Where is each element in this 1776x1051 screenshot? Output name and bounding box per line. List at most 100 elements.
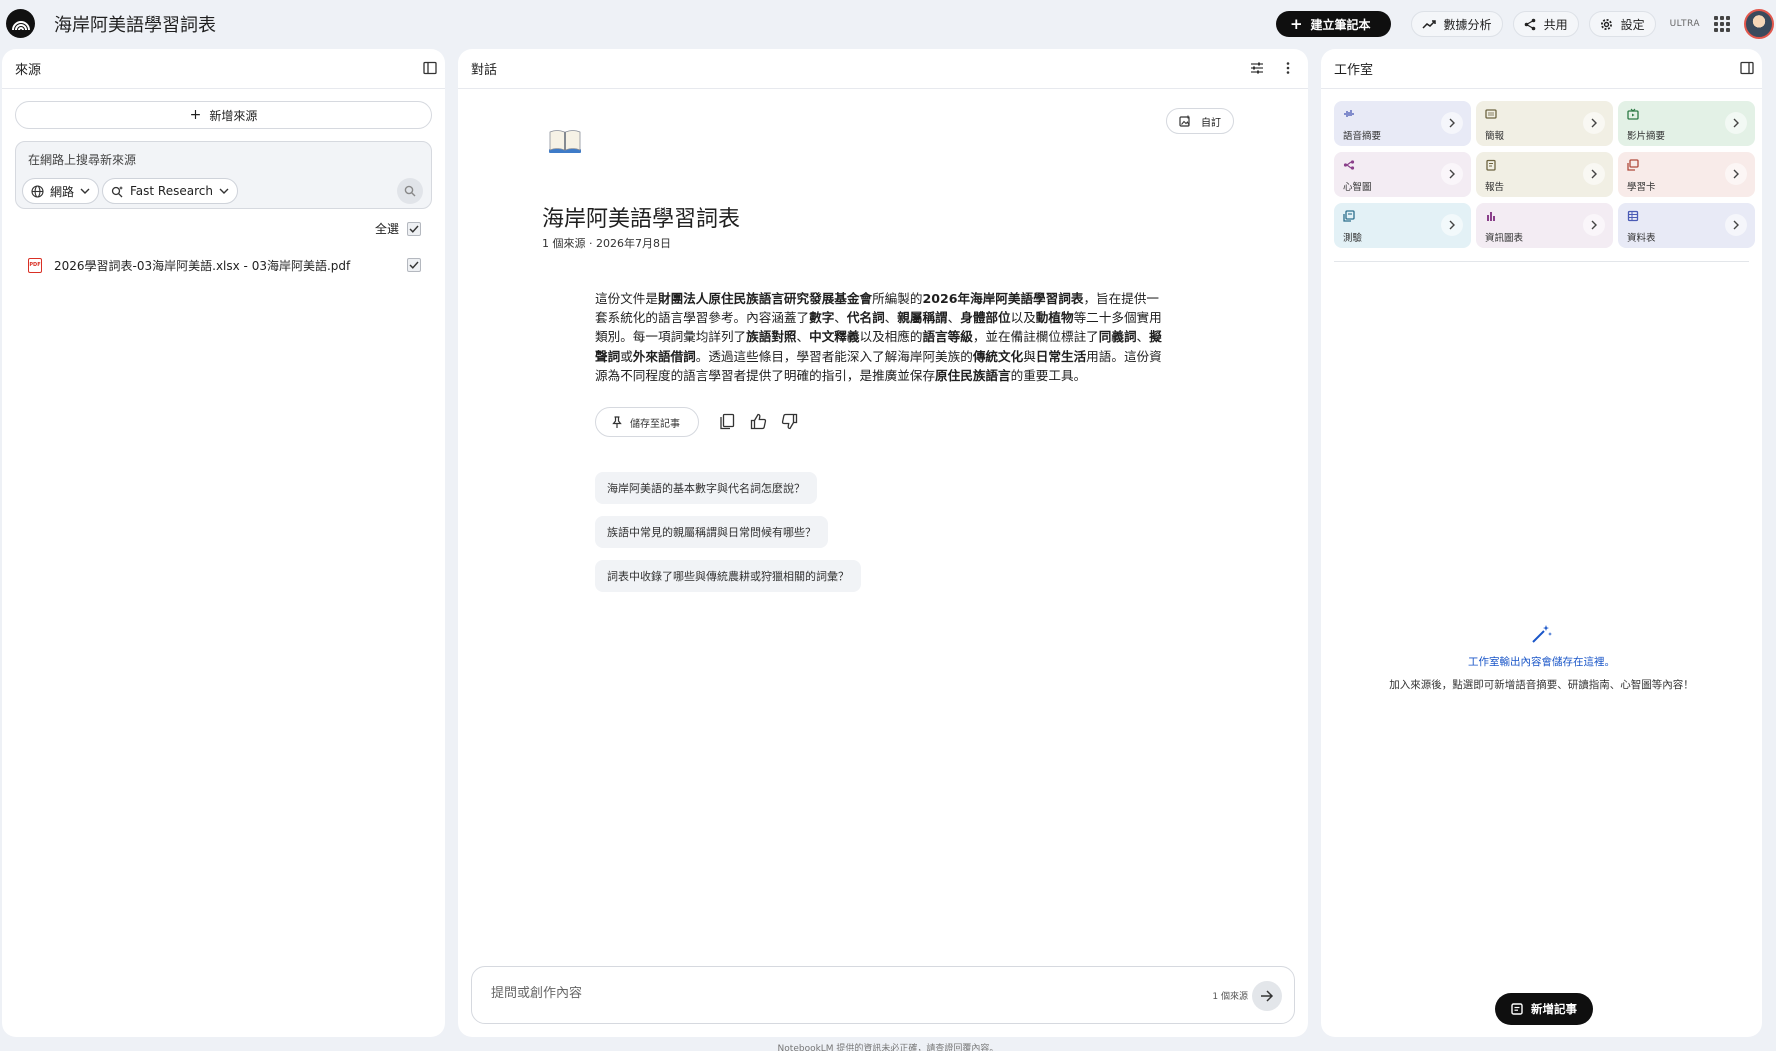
studio-tile[interactable]: 簡報 [1476,101,1613,146]
studio-tile-label: 影片摘要 [1627,131,1666,142]
pdf-file-icon: PDF [28,257,42,273]
create-notebook-button[interactable]: + 建立筆記本 [1275,11,1391,37]
summary-keyword: 語言等級 [922,329,973,345]
studio-tile[interactable]: 學習卡 [1618,152,1755,197]
notebooklm-logo-icon[interactable] [6,9,35,38]
summary-keyword: 親屬稱謂 [897,310,948,326]
avatar[interactable] [1744,9,1774,39]
notebook-meta: 1 個來源 · 2026年7月8日 [542,237,671,250]
plus-icon: + [189,107,202,123]
thumbs-up-icon[interactable] [750,413,767,430]
collapse-panel-icon[interactable] [1740,61,1754,75]
summary-keyword: 代名詞 [846,310,885,326]
studio-tile[interactable]: 資料表 [1618,203,1755,248]
chevron-right-icon[interactable] [1441,112,1463,134]
chevron-right-icon[interactable] [1725,112,1747,134]
chat-input[interactable] [491,986,1171,1001]
sources-title: 來源 [15,63,42,78]
web-search-input[interactable]: 在網路上搜尋新來源 [28,151,136,168]
studio-tile[interactable]: 報告 [1476,152,1613,197]
summary-keyword: 身體部位 [960,310,1011,326]
image-edit-icon [1179,115,1190,127]
select-all-checkbox[interactable] [407,221,421,236]
summary-keyword: 原住民族語言 [935,367,1011,383]
flashcard-icon [1627,159,1639,174]
chevron-right-icon[interactable] [1583,163,1605,185]
research-mode-dropdown[interactable]: Fast Research [102,178,238,204]
top-bar: 海岸阿美語學習詞表 + 建立筆記本 數據分析 共用 設定 ULTRA [0,0,1776,48]
studio-panel: 工作室 語音摘要 簡報 影片摘要 心智圖 報告 學習卡 測驗 資訊圖表 資料表 工作室輸出內容會… [1321,49,1762,1037]
chevron-right-icon[interactable] [1441,163,1463,185]
save-to-note-button[interactable]: 儲存至記事 [595,407,699,437]
chevron-right-icon[interactable] [1725,163,1747,185]
chevron-right-icon[interactable] [1725,214,1747,236]
chevron-right-icon[interactable] [1583,214,1605,236]
studio-tile-label: 資訊圖表 [1485,233,1524,244]
add-source-button[interactable]: + 新增來源 [15,101,432,129]
research-chip-label: Fast Research [130,184,213,198]
summary-keyword: 外來語借詞 [632,348,696,364]
summary-text: 以及 [1010,310,1036,326]
share-icon [1524,18,1535,30]
pin-icon [612,415,622,428]
more-vert-icon[interactable] [1286,61,1290,75]
suggested-question[interactable]: 海岸阿美語的基本數字與代名詞怎麼說？ [595,472,817,504]
search-icon [404,185,416,197]
send-button[interactable] [1252,981,1282,1011]
notebook-title[interactable]: 海岸阿美語學習詞表 [54,11,216,37]
summary-text: 。透過這些條目，學習者能深入了解海岸阿美族的 [695,348,973,364]
collapse-panel-icon[interactable] [423,61,437,75]
chevron-right-icon[interactable] [1441,214,1463,236]
plan-badge: ULTRA [1669,19,1700,29]
magic-wand-icon [1531,625,1552,643]
quiz-icon [1343,210,1355,225]
studio-tile-label: 測驗 [1343,233,1363,244]
web-source-dropdown[interactable]: 網路 [22,178,100,204]
summary-text: 以及相應的 [859,329,923,345]
studio-tile-label: 簡報 [1485,131,1505,142]
source-item-checkbox[interactable] [407,258,421,272]
copy-icon[interactable] [719,413,735,430]
summary-text: 、 [947,310,961,326]
tune-settings-icon[interactable] [1250,61,1264,75]
studio-tile[interactable]: 資訊圖表 [1476,203,1613,248]
thumbs-down-icon[interactable] [781,413,798,430]
plus-icon: + [1289,14,1303,33]
arrow-right-icon [1261,990,1274,1002]
source-item[interactable]: PDF 2026學習詞表-03海岸阿美語.xlsx - 03海岸阿美語.pdf [28,256,421,274]
chevron-right-icon[interactable] [1583,112,1605,134]
analytics-button[interactable]: 數據分析 [1410,11,1503,37]
select-all-row: 全選 [375,220,421,237]
new-note-button[interactable]: 新增記事 [1495,993,1593,1025]
studio-tile[interactable]: 影片摘要 [1618,101,1755,146]
studio-tile[interactable]: 語音摘要 [1334,101,1471,146]
footer-disclaimer: NotebookLM 提供的資訊未必正確，請查證回覆內容。 [777,1044,999,1051]
suggested-question[interactable]: 族語中常見的親屬稱謂與日常問候有哪些？ [595,516,828,548]
suggested-question[interactable]: 詞表中收錄了哪些與傳統農耕或狩獵相關的詞彙？ [595,560,861,592]
studio-tiles: 語音摘要 簡報 影片摘要心智圖 報告 學習卡測驗 資訊圖表 資料表 [1334,101,1755,248]
summary-text: 、 [884,310,898,326]
notebook-summary: 這份文件是財團法人原住民族語言研究發展基金會所編製的2026年海岸阿美語學習詞表… [595,289,1169,385]
share-button[interactable]: 共用 [1512,11,1579,37]
open-book-icon [549,130,581,153]
checkmark-icon [409,225,419,233]
source-count: 1 個來源 [1212,992,1248,1002]
analytics-label: 數據分析 [1443,17,1492,32]
notebook-heading: 海岸阿美語學習詞表 [542,207,741,232]
studio-tile[interactable]: 心智圖 [1334,152,1471,197]
summary-keyword: 中文釋義 [809,329,860,345]
audio-wave-icon [1343,108,1355,123]
studio-tile[interactable]: 測驗 [1334,203,1471,248]
mindmap-icon [1343,159,1355,174]
web-search-box: 在網路上搜尋新來源 網路 Fast Research [15,141,432,209]
divider [1334,261,1749,262]
apps-grid-icon[interactable] [1714,16,1730,32]
chat-input-box: 1 個來源 [471,966,1295,1024]
customize-button[interactable]: 自訂 [1166,108,1234,134]
settings-button[interactable]: 設定 [1588,11,1656,37]
gear-icon [1600,18,1612,30]
summary-keyword: 日常生活 [1035,348,1087,364]
web-search-submit-button[interactable] [397,178,423,204]
chevron-down-icon [80,188,90,194]
summary-text: 與 [1023,348,1036,364]
